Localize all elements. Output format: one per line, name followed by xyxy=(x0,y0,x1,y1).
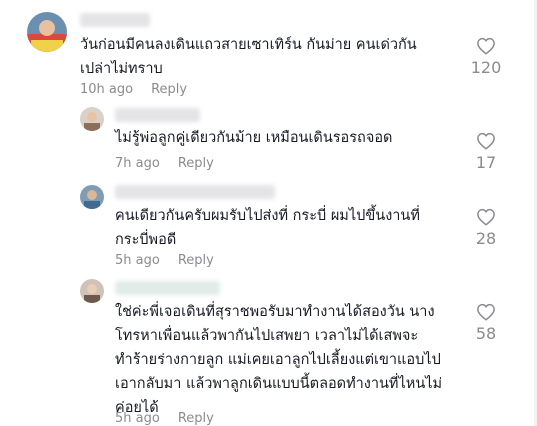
reply-button[interactable]: Reply xyxy=(178,253,214,268)
comment-text: วันก่อนมีคนลงเดินแถวสายเซาเทิร์น กันม่าย… xyxy=(80,37,417,77)
heart-outline-icon[interactable] xyxy=(476,37,496,55)
comment-meta: 10h ago Reply xyxy=(80,82,187,97)
like-count: 17 xyxy=(475,153,497,172)
heart-outline-icon[interactable] xyxy=(476,132,496,150)
avatar[interactable] xyxy=(80,185,104,209)
like-control[interactable]: 58 xyxy=(466,303,506,343)
reply-item: ใช่ค่ะพี่เจอเดินที่สุราชพอรับมาทำงานได้ส… xyxy=(0,275,537,426)
avatar-image xyxy=(80,279,104,303)
heart-outline-icon[interactable] xyxy=(476,303,496,321)
like-control[interactable]: 28 xyxy=(466,208,506,248)
comment-thread: วันก่อนมีคนลงเดินแถวสายเซาเทิร์น กันม่าย… xyxy=(0,0,537,426)
username-blurred[interactable] xyxy=(80,13,150,27)
avatar[interactable] xyxy=(27,12,67,52)
reply-button[interactable]: Reply xyxy=(178,411,214,426)
comment-timestamp: 7h ago xyxy=(115,156,160,171)
comment-timestamp: 10h ago xyxy=(80,82,134,97)
username-blurred[interactable] xyxy=(115,185,275,199)
avatar-image xyxy=(80,185,104,209)
like-control[interactable]: 120 xyxy=(466,37,506,77)
reply-button[interactable]: Reply xyxy=(151,82,187,97)
avatar[interactable] xyxy=(80,279,104,303)
comment-meta: 5h ago Reply xyxy=(115,411,214,426)
comment-item: วันก่อนมีคนลงเดินแถวสายเซาเทิร์น กันม่าย… xyxy=(0,0,537,100)
avatar-image xyxy=(27,12,67,52)
heart-outline-icon[interactable] xyxy=(476,208,496,226)
reply-button[interactable]: Reply xyxy=(178,156,214,171)
reply-item: ไม่รู้พ่อลูกคู่เดียวกันม้าย เหมือนเดินรอ… xyxy=(0,100,537,180)
avatar-image xyxy=(80,107,104,131)
like-count: 120 xyxy=(470,58,502,77)
comment-timestamp: 5h ago xyxy=(115,411,160,426)
username-blurred[interactable] xyxy=(115,281,220,295)
comment-text: คนเดียวกันครับผมรับไปส่งที่ กระบี่ ผมไปข… xyxy=(115,208,420,248)
like-count: 58 xyxy=(475,324,497,343)
comment-text: ไม่รู้พ่อลูกคู่เดียวกันม้าย เหมือนเดินรอ… xyxy=(115,130,393,146)
username-blurred[interactable] xyxy=(115,108,200,122)
comment-timestamp: 5h ago xyxy=(115,253,160,268)
avatar[interactable] xyxy=(80,107,104,131)
reply-item: คนเดียวกันครับผมรับไปส่งที่ กระบี่ ผมไปข… xyxy=(0,180,537,275)
like-count: 28 xyxy=(475,229,497,248)
comment-meta: 5h ago Reply xyxy=(115,253,214,268)
comment-meta: 7h ago Reply xyxy=(115,156,214,171)
comment-text: ใช่ค่ะพี่เจอเดินที่สุราชพอรับมาทำงานได้ส… xyxy=(115,304,443,416)
like-control[interactable]: 17 xyxy=(466,132,506,172)
